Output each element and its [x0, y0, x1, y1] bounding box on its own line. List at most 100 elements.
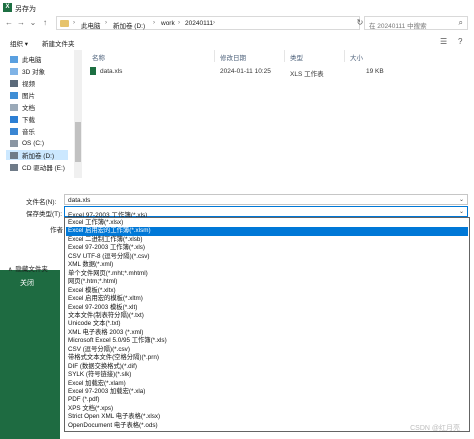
- breadcrumb-chevron-icon: ›: [213, 20, 215, 26]
- column-size[interactable]: 大小: [350, 52, 363, 62]
- nav-drive-d[interactable]: 新加卷 (D:): [6, 150, 68, 160]
- music-icon: [10, 127, 18, 135]
- save-type-option[interactable]: Microsoft Excel 5.0/95 工作簿(*.xls): [66, 337, 468, 345]
- chevron-down-icon[interactable]: ⌄: [459, 208, 464, 215]
- breadcrumb-chevron-icon: ›: [178, 20, 180, 26]
- save-type-option[interactable]: DIF (数据交换格式)(*.dif): [66, 363, 468, 371]
- save-type-option[interactable]: CSV UTF-8 (逗号分隔)(*.csv): [66, 253, 468, 261]
- save-type-option[interactable]: Excel 工作簿(*.xlsx): [66, 219, 468, 227]
- drive-icon: [10, 151, 18, 159]
- save-type-select[interactable]: Excel 97-2003 工作簿(*.xls) ⌄: [64, 206, 468, 219]
- view-options-icon[interactable]: ☰: [440, 37, 447, 46]
- file-type: XLS 工作表: [290, 71, 324, 78]
- organize-button[interactable]: 组织 ▾: [10, 38, 28, 48]
- save-type-option[interactable]: XML 电子表格 2003 (*.xml): [66, 329, 468, 337]
- nav-label: 视频: [22, 81, 35, 88]
- column-modified[interactable]: 修改日期: [220, 52, 246, 62]
- watermark: CSDN @红月亮: [410, 425, 460, 432]
- nav-drive-e[interactable]: CD 驱动器 (E:): [10, 162, 65, 172]
- save-type-option[interactable]: Excel 97-2003 模板(*.xlt): [66, 304, 468, 312]
- save-type-option[interactable]: SYLK (符号链接)(*.slk): [66, 371, 468, 379]
- save-type-option[interactable]: 带格式文本文件(空格分隔)(*.prn): [66, 354, 468, 362]
- save-type-option[interactable]: Excel 启用宏的模板(*.xltm): [66, 295, 468, 303]
- file-name[interactable]: data.xls: [100, 68, 122, 75]
- address-bar[interactable]: › 此电脑 › 新加卷 (D:) › work › 20240111 › ⌄: [56, 16, 408, 30]
- forward-arrow-icon[interactable]: →: [16, 18, 26, 28]
- title-bar: X 另存为: [0, 0, 474, 16]
- drive-icon: [10, 139, 18, 147]
- nav-pictures[interactable]: 图片: [10, 90, 35, 100]
- help-icon[interactable]: ?: [458, 37, 462, 46]
- nav-downloads[interactable]: 下载: [10, 114, 35, 124]
- nav-documents[interactable]: 文档: [10, 102, 35, 112]
- video-icon: [10, 79, 18, 87]
- search-input[interactable]: 在 20240111 中搜索 ⌕: [364, 16, 468, 30]
- nav-scrollbar[interactable]: [74, 50, 82, 178]
- column-divider[interactable]: [284, 50, 285, 62]
- save-type-dropdown-list[interactable]: Excel 工作簿(*.xlsx) Excel 启用宏的工作簿(*.xlsm) Ex…: [64, 217, 470, 432]
- nav-this-pc[interactable]: 此电脑: [10, 54, 42, 64]
- save-type-option[interactable]: 文本文件(制表符分隔)(*.txt): [66, 312, 468, 320]
- nav-label: 文档: [22, 105, 35, 112]
- nav-label: 音乐: [22, 129, 35, 136]
- nav-music[interactable]: 音乐: [10, 126, 35, 136]
- computer-icon: [10, 55, 18, 63]
- chevron-down-icon[interactable]: ⌄: [459, 196, 464, 203]
- breadcrumb-work[interactable]: work: [161, 20, 175, 27]
- filename-value: data.xls: [68, 196, 91, 204]
- save-type-option[interactable]: Excel 97-2003 工作簿(*.xls): [66, 244, 468, 252]
- file-row[interactable]: [88, 66, 468, 76]
- download-icon: [10, 115, 18, 123]
- breadcrumb-chevron-icon: ›: [153, 20, 155, 26]
- nav-3d-objects[interactable]: 3D 对象: [10, 66, 45, 76]
- column-divider[interactable]: [214, 50, 215, 62]
- backstage-lower-panel: [0, 262, 60, 439]
- filename-label: 文件名(N):: [26, 199, 57, 206]
- save-type-option[interactable]: 单个文件网页(*.mht;*.mhtml): [66, 270, 468, 278]
- back-arrow-icon[interactable]: ←: [4, 18, 14, 28]
- nav-scrollbar-thumb[interactable]: [75, 122, 81, 162]
- save-type-option[interactable]: OpenDocument 电子表格(*.ods): [66, 422, 468, 430]
- cd-drive-icon: [10, 163, 18, 171]
- organize-label: 组织: [10, 41, 23, 48]
- folder-icon: [60, 20, 69, 27]
- excel-icon: X: [3, 3, 12, 12]
- column-divider[interactable]: [344, 50, 345, 62]
- nav-drive-c[interactable]: OS (C:): [10, 138, 44, 148]
- save-type-option[interactable]: Strict Open XML 电子表格(*.xlsx): [66, 413, 468, 421]
- save-type-option[interactable]: Excel 加载宏(*.xlam): [66, 380, 468, 388]
- hide-folders-toggle[interactable]: ∧ 隐藏文件夹: [8, 263, 48, 273]
- save-type-option[interactable]: Unicode 文本(*.txt): [66, 320, 468, 328]
- 3d-objects-icon: [10, 67, 18, 75]
- save-type-label: 保存类型(T):: [26, 211, 63, 218]
- author-label: 作者: [50, 227, 63, 234]
- new-folder-button[interactable]: 新建文件夹: [42, 38, 75, 48]
- save-type-option[interactable]: CSV (逗号分隔)(*.csv): [66, 346, 468, 354]
- save-type-option[interactable]: Excel 模板(*.xltx): [66, 287, 468, 295]
- backstage-close[interactable]: 关闭: [20, 278, 34, 288]
- documents-icon: [10, 103, 18, 111]
- search-icon: ⌕: [458, 18, 463, 27]
- save-type-option[interactable]: XML 数据(*.xml): [66, 261, 468, 269]
- save-type-option[interactable]: PDF (*.pdf): [66, 396, 468, 404]
- nav-videos[interactable]: 视频: [10, 78, 35, 88]
- save-type-option[interactable]: Excel 97-2003 加载宏(*.xla): [66, 388, 468, 396]
- save-type-option[interactable]: XPS 文档(*.xps): [66, 405, 468, 413]
- up-arrow-icon[interactable]: ↑: [40, 18, 50, 28]
- save-type-option[interactable]: Excel 二进制工作簿(*.xlsb): [66, 236, 468, 244]
- recent-chevron-icon[interactable]: ⌄: [28, 18, 38, 28]
- file-modified: 2024-01-11 10:25: [220, 68, 271, 75]
- breadcrumb-20240111[interactable]: 20240111: [185, 20, 213, 27]
- breadcrumb-drive-d[interactable]: 新加卷 (D:): [113, 20, 145, 30]
- filename-input[interactable]: data.xls ⌄: [64, 194, 468, 205]
- breadcrumb-this-pc[interactable]: 此电脑: [81, 20, 101, 30]
- column-name[interactable]: 名称: [92, 52, 105, 62]
- nav-label: 3D 对象: [22, 69, 46, 76]
- file-size: 19 KB: [366, 68, 384, 75]
- save-type-option[interactable]: Excel 启用宏的工作簿(*.xlsm): [66, 227, 468, 236]
- hide-folders-label: 隐藏文件夹: [15, 266, 48, 273]
- column-type[interactable]: 类型: [290, 52, 303, 62]
- save-type-option[interactable]: 网页(*.htm;*.html): [66, 278, 468, 286]
- nav-label: 下载: [22, 117, 35, 124]
- nav-label: 此电脑: [22, 57, 42, 64]
